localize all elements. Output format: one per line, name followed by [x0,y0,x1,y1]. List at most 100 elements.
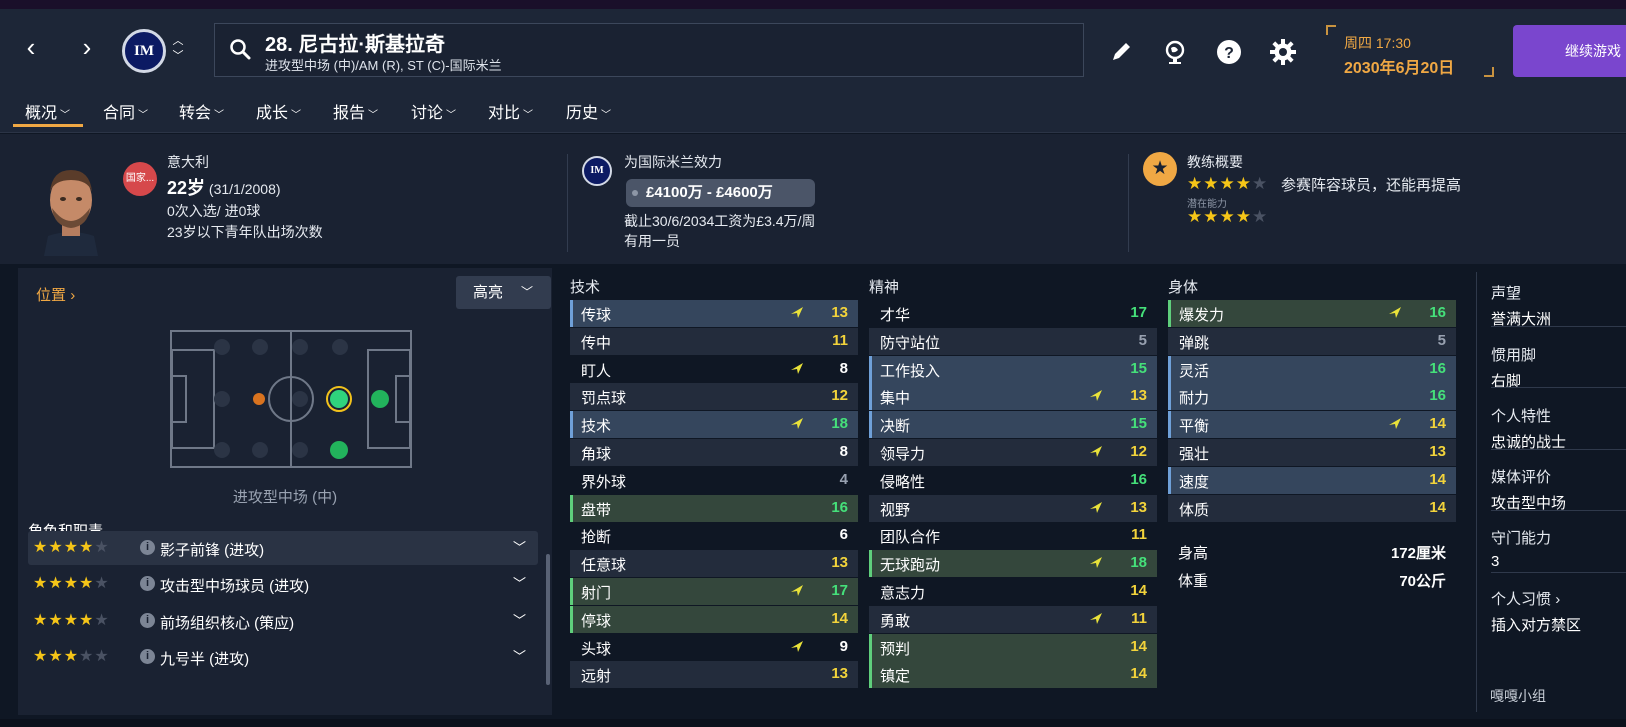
attribute-row[interactable]: 集中 13 [869,383,1157,411]
continue-button[interactable]: 继续游戏 [1513,25,1626,77]
attribute-row[interactable]: 才华 17 [869,300,1157,327]
attribute-row[interactable]: 意志力 14 [869,578,1157,605]
roles-scrollbar[interactable] [546,554,550,685]
attribute-row[interactable]: 抢断 6 [570,522,858,549]
game-date-box[interactable]: 周四 17:30 2030年6月20日 [1326,25,1494,77]
player-name: 28. 尼古拉·斯基拉奇 [265,34,446,56]
attribute-value: 8 [839,359,848,377]
attribute-row[interactable]: 爆发力 16 [1168,300,1456,327]
technical-heading: 技术 [570,279,601,296]
attribute-row[interactable]: 决断 15 [869,411,1157,439]
info-icon[interactable]: i [140,649,155,664]
role-row[interactable]: ★★★★★ i 攻击型中场球员 (进攻) ﹀ [28,567,538,601]
attribute-row[interactable]: 射门 17 [570,578,858,605]
attribute-row[interactable]: 防守站位 5 [869,327,1157,355]
help-icon[interactable]: ? [1215,38,1243,66]
role-row[interactable]: ★★★★★ i 九号半 (进攻) ﹀ [28,640,538,674]
attribute-row[interactable]: 强壮 13 [1168,439,1456,466]
tab-development[interactable]: 成长 ﹀ [256,99,301,123]
club-badge-icon[interactable]: IM [122,29,166,73]
attribute-row[interactable]: 盯人 8 [570,356,858,383]
attribute-row[interactable]: 领导力 12 [869,439,1157,466]
nation-name[interactable]: 意大利 [167,152,209,172]
attribute-row[interactable]: 远射 13 [570,661,858,689]
attribute-row[interactable]: 界外球 4 [570,467,858,494]
attribute-row[interactable]: 头球 9 [570,634,858,661]
player-switch-arrows[interactable]: ︿ ﹀ [170,34,186,64]
player-age: 22岁 [167,178,206,198]
attribute-name: 平衡 [1179,418,1210,436]
info-icon[interactable]: i [140,540,155,555]
habits-link[interactable]: 个人习惯 › [1491,588,1581,609]
attribute-name: 侵略性 [880,473,926,491]
forward-button[interactable]: › [74,34,100,61]
back-button[interactable]: ‹ [18,34,44,61]
chevron-down-icon[interactable]: ﹀ [513,537,526,556]
scout-globe-icon[interactable] [1161,38,1189,66]
attribute-name: 无球跑动 [880,557,941,575]
attribute-row[interactable]: 传中 11 [570,327,858,355]
attribute-row[interactable]: 工作投入 15 [869,355,1157,383]
bottom-bar [0,719,1626,727]
attribute-row[interactable]: 平衡 14 [1168,411,1456,439]
current-ability-stars: ★★★★★ [1187,174,1269,193]
attribute-row[interactable]: 灵活 16 [1168,355,1456,383]
attribute-row[interactable]: 弹跳 5 [1168,327,1456,355]
attribute-name: 传球 [581,307,612,324]
attribute-value: 11 [1131,526,1147,544]
attribute-row[interactable]: 侵略性 16 [869,467,1157,494]
nation-flag-icon[interactable]: 国家... [123,162,157,196]
position-link[interactable]: 位置 › [36,284,75,305]
attribute-row[interactable]: 镇定 14 [869,661,1157,689]
up-arrow-icon[interactable]: ︿ [170,34,186,49]
potential-ability-stars: ★★★★★ [1187,207,1269,226]
search-icon[interactable] [229,38,251,60]
attribute-row[interactable]: 速度 14 [1168,466,1456,494]
club-badge-icon[interactable]: IM [582,156,612,186]
attribute-row[interactable]: 耐力 16 [1168,383,1456,411]
tab-history[interactable]: 历史 ﹀ [566,99,611,123]
attribute-row[interactable]: 体质 14 [1168,494,1456,522]
info-icon[interactable]: i [140,613,155,628]
settings-gear-icon[interactable] [1269,38,1297,66]
info-icon[interactable]: i [140,576,155,591]
player-search-box[interactable]: 28. 尼古拉·斯基拉奇 进攻型中场 (中)/AM (R), ST (C)-国际… [214,23,1084,77]
role-row[interactable]: ★★★★★ i 前场组织核心 (策应) ﹀ [28,604,538,638]
attribute-value: 13 [831,304,848,321]
attribute-row[interactable]: 罚点球 12 [570,383,858,411]
attribute-row[interactable]: 团队合作 11 [869,522,1157,549]
chevron-down-icon[interactable]: ﹀ [513,610,526,629]
position-caption: 进攻型中场 (中) [232,489,338,506]
tab-compare[interactable]: 对比 ﹀ [488,99,533,123]
attribute-row[interactable]: 无球跑动 18 [869,550,1157,578]
attribute-value: 14 [1429,470,1446,488]
attribute-row[interactable]: 勇敢 11 [869,605,1157,633]
transfer-value[interactable]: £4100万 - £4600万 [626,179,815,207]
coach-summary-title[interactable]: 教练概要 [1187,152,1243,172]
attribute-row[interactable]: 视野 13 [869,494,1157,522]
attribute-row[interactable]: 停球 14 [570,605,858,633]
attribute-row[interactable]: 预判 14 [869,633,1157,661]
chevron-down-icon[interactable]: ﹀ [513,646,526,665]
highlight-dropdown[interactable]: 高亮 ﹀ [456,276,551,309]
plays-for[interactable]: 为国际米兰效力 [624,152,722,172]
edit-pencil-icon[interactable] [1107,38,1135,66]
tab-transfer[interactable]: 转会 ﹀ [179,99,224,123]
attribute-row[interactable]: 角球 8 [570,439,858,466]
top-strip [0,0,1626,9]
svg-text:?: ? [1224,45,1234,62]
role-row[interactable]: ★★★★★ i 影子前锋 (进攻) ﹀ [28,531,538,565]
down-arrow-icon[interactable]: ﹀ [170,49,186,64]
tab-contract[interactable]: 合同 ﹀ [103,99,148,123]
tab-reports[interactable]: 报告 ﹀ [333,99,378,123]
attribute-row[interactable]: 任意球 13 [570,550,858,578]
tab-overview[interactable]: 概况 ﹀ [25,99,70,123]
attribute-name: 爆发力 [1179,307,1225,324]
chevron-down-icon[interactable]: ﹀ [513,573,526,592]
attribute-row[interactable]: 技术 18 [570,411,858,439]
position-dot-dm [253,393,265,405]
attribute-row[interactable]: 传球 13 [570,300,858,327]
attribute-row[interactable]: 盘带 16 [570,494,858,522]
tab-discuss[interactable]: 讨论 ﹀ [411,99,456,123]
attribute-name: 意志力 [880,585,926,602]
